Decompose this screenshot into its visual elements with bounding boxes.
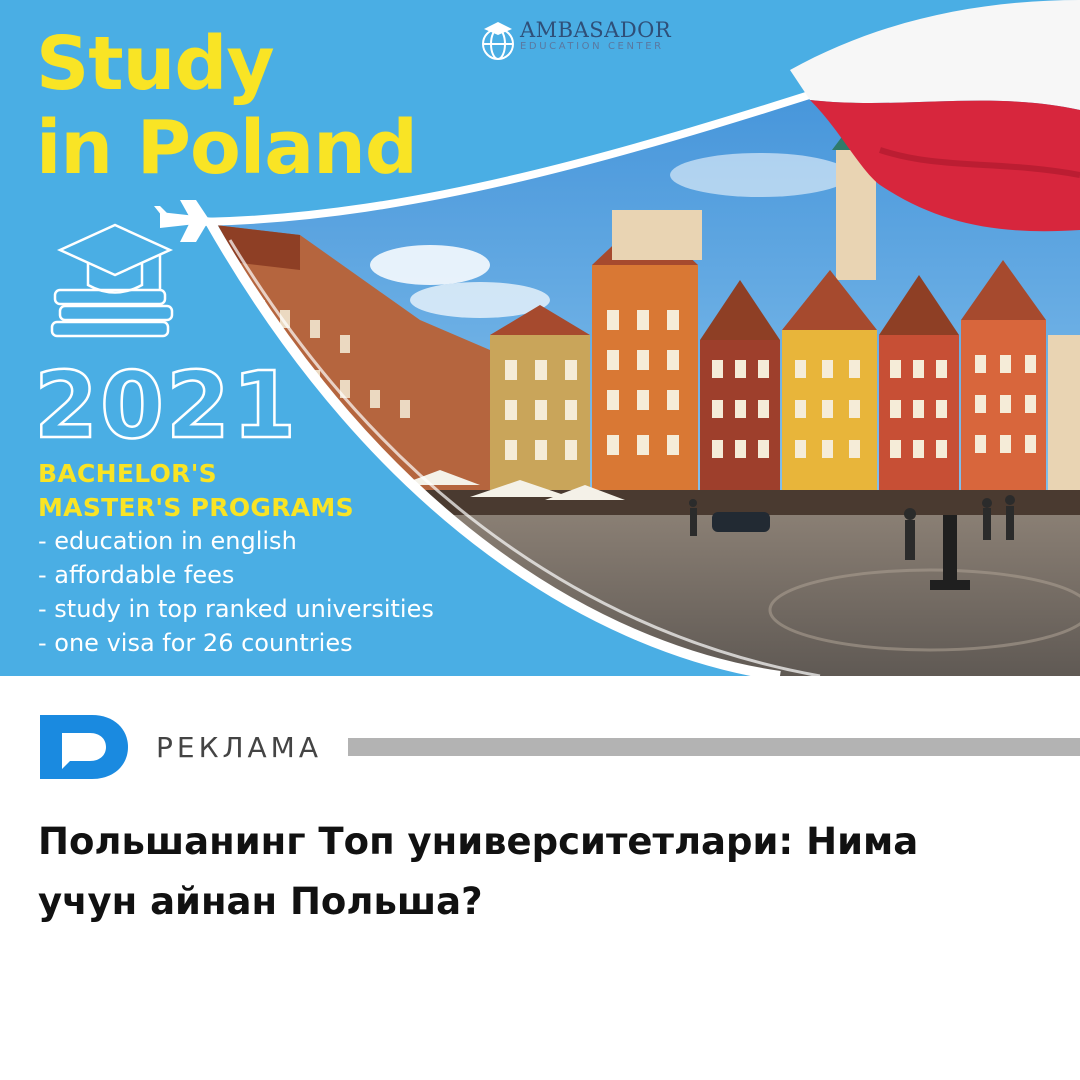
features-list: - education in english - affordable fees… [38, 524, 434, 660]
article-title[interactable]: Польшанинг Топ университетлари: Нима учу… [38, 812, 1038, 932]
programs-line-1: BACHELOR'S [38, 459, 217, 488]
banner-headline: Study in Poland [36, 21, 418, 191]
ambasador-logo: AMBASADOR EDUCATION CENTER [476, 14, 671, 58]
article-title-line-1: Польшанинг Топ университетлари: Нима [38, 820, 919, 863]
logo-subtitle: EDUCATION CENTER [520, 41, 664, 52]
graduation-books-icon [50, 223, 174, 338]
feature-item: - one visa for 26 countries [38, 629, 353, 657]
feature-item: - education in english [38, 527, 297, 555]
ad-divider-line [347, 738, 1080, 756]
feature-item: - study in top ranked universities [38, 595, 434, 623]
headline-line-1: Study [36, 21, 275, 107]
ad-label-row: РЕКЛАМА [40, 714, 1080, 780]
banner-year: 2021 [33, 352, 299, 459]
logo-name: AMBASADOR [520, 18, 672, 42]
article-title-line-2: учун айнан Польша? [38, 880, 483, 923]
feature-item: - affordable fees [38, 561, 235, 589]
programs-heading: BACHELOR'S MASTER'S PROGRAMS [38, 457, 354, 525]
d-speech-bubble-icon [40, 715, 128, 779]
headline-line-2: in Poland [36, 105, 418, 191]
promo-banner: AMBASADOR EDUCATION CENTER Study in Pola… [0, 0, 1080, 676]
logo-globe-spacer [476, 14, 514, 58]
programs-line-2: MASTER'S PROGRAMS [38, 493, 354, 522]
ad-label: РЕКЛАМА [156, 730, 322, 764]
